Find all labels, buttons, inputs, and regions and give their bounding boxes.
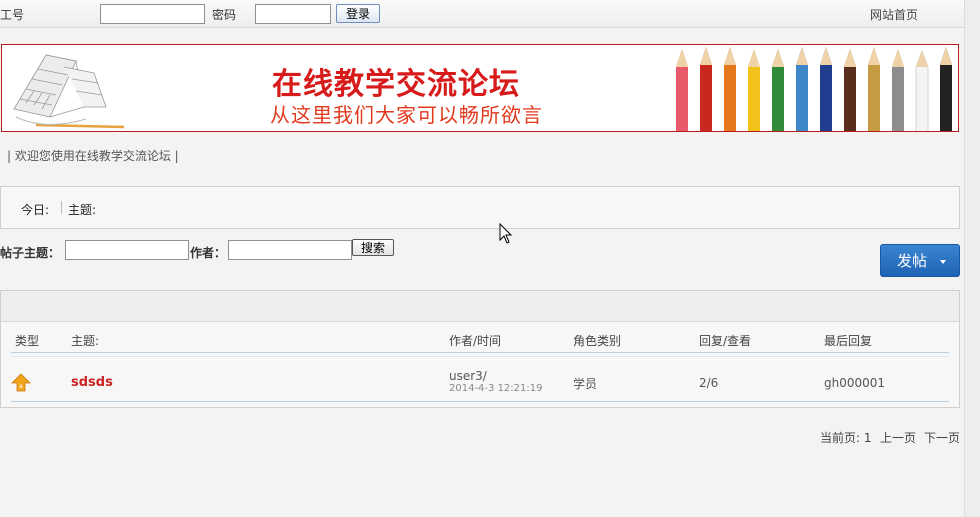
password-input[interactable]	[255, 4, 331, 24]
svg-text:a: a	[19, 383, 23, 390]
col-role: 角色类别	[573, 334, 622, 348]
up-arrow-topic-icon: a	[11, 373, 31, 392]
col-topic: 主题:	[71, 334, 100, 348]
today-label: 今日:	[21, 203, 50, 217]
col-last-reply: 最后回复	[824, 334, 873, 348]
thread-reply-view: 2/6	[699, 376, 719, 390]
thread-last-reply: gh000001	[824, 376, 886, 390]
building-sketch-icon	[13, 54, 125, 129]
col-type: 类型	[15, 334, 40, 348]
pager-current: 当前页: 1	[820, 431, 872, 445]
banner-title: 在线教学交流论坛	[272, 67, 520, 102]
stats-box: 今日: 主题:	[0, 186, 960, 229]
row-divider	[11, 401, 949, 402]
col-author-time: 作者/时间	[449, 334, 502, 348]
thread-author: user3/	[449, 369, 487, 383]
header-divider-light	[11, 356, 949, 357]
search-button[interactable]: 搜索	[352, 239, 394, 256]
thread-title-link[interactable]: sdsds	[71, 375, 113, 390]
topics-label: 主题:	[68, 203, 97, 217]
thread-list: 类型 主题: 作者/时间 角色类别 回复/查看 最后回复 a sdsds use…	[0, 290, 960, 408]
stats-divider	[61, 201, 62, 214]
login-button[interactable]: 登录	[336, 4, 380, 23]
banner-subtitle: 从这里我们大家可以畅所欲言	[270, 103, 543, 127]
thread-time: 2014-4-3 12:21:19	[449, 383, 543, 394]
author-search-label: 作者：	[190, 246, 227, 260]
colored-pencils-icon	[676, 47, 952, 131]
pager-prev-link[interactable]: 上一页	[880, 429, 916, 446]
topic-search-input[interactable]	[65, 240, 189, 260]
login-bar: 工号 密码 登录 网站首页	[0, 0, 964, 28]
new-post-button[interactable]: 发帖	[880, 244, 960, 277]
pager-next-link[interactable]: 下一页	[924, 429, 960, 446]
caret-down-icon	[940, 260, 946, 264]
thread-list-header-strip	[1, 291, 959, 322]
thread-role: 学员	[573, 377, 598, 391]
password-label: 密码	[212, 8, 237, 22]
topic-search-label: 帖子主题：	[0, 246, 61, 260]
vertical-scrollbar[interactable]	[964, 0, 980, 517]
employee-id-input[interactable]	[100, 4, 205, 24]
author-search-input[interactable]	[228, 240, 352, 260]
employee-id-label: 工号	[0, 8, 25, 22]
mouse-cursor-icon	[499, 223, 513, 244]
new-post-label: 发帖	[897, 252, 928, 270]
forum-banner: 在线教学交流论坛 从这里我们大家可以畅所欲言	[1, 44, 959, 132]
header-divider	[11, 352, 949, 353]
home-link[interactable]: 网站首页	[870, 6, 918, 23]
welcome-text: | 欢迎您使用在线教学交流论坛 |	[7, 149, 179, 163]
col-reply-view: 回复/查看	[699, 334, 752, 348]
